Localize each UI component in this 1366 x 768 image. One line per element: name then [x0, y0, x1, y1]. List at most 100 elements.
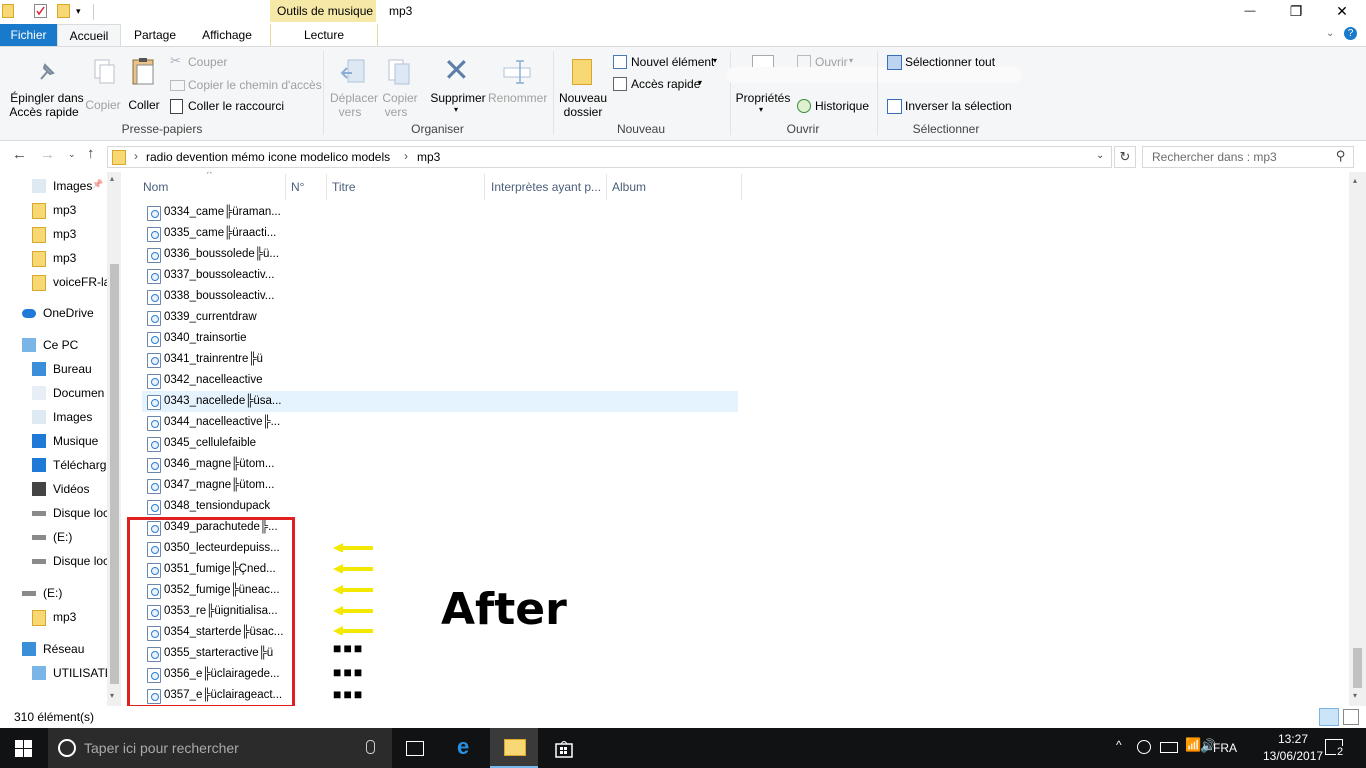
drive-icon	[32, 511, 46, 516]
file-row[interactable]: 0344_nacelleactive╠...	[142, 412, 738, 433]
computer-icon	[32, 666, 46, 680]
column-titre[interactable]: Titre	[332, 180, 356, 194]
tab-fichier[interactable]: Fichier	[0, 24, 57, 46]
close-button[interactable]: ✕	[1319, 0, 1365, 24]
file-row[interactable]: 0348_tensiondupack	[142, 496, 738, 517]
recent-locations-icon[interactable]: ⌄	[68, 149, 76, 160]
search-input[interactable]: Rechercher dans : mp3 ⚲	[1142, 146, 1354, 168]
nav-item-label: Ce PC	[43, 338, 79, 352]
minimize-button[interactable]: —	[1227, 0, 1273, 24]
column-separator	[484, 174, 485, 200]
highlight-box	[127, 517, 295, 708]
battery-icon[interactable]	[1160, 742, 1178, 753]
file-row[interactable]: 0339_currentdraw	[142, 307, 738, 328]
copy-button[interactable]: Copier	[84, 55, 122, 119]
properties-label: Propriétés	[735, 91, 791, 105]
large-icons-view-icon[interactable]	[1343, 709, 1359, 725]
file-name: 0335_came╠üraacti...	[164, 227, 277, 239]
vertical-scrollbar[interactable]: ▴ ▾	[1349, 172, 1366, 706]
column-interpretes[interactable]: Interprètes ayant p...	[491, 180, 601, 194]
back-icon[interactable]: ←	[12, 146, 27, 163]
nav-scroll-down-icon[interactable]: ▾	[110, 691, 114, 700]
address-dropdown-icon[interactable]: ⌄	[1096, 150, 1104, 161]
file-row[interactable]: 0336_boussolede╠ü...	[142, 244, 738, 265]
breadcrumb-root[interactable]: radio devention mémo icone modelico mode…	[146, 150, 390, 164]
nav-scrollbar[interactable]: ▴ ▾	[107, 172, 121, 706]
file-explorer-taskbar-icon[interactable]	[490, 728, 538, 768]
windows-start-icon[interactable]	[15, 740, 32, 757]
refresh-icon[interactable]: ↻	[1114, 146, 1136, 168]
clock-time[interactable]: 13:27	[1278, 732, 1308, 746]
nav-item-label: Musique	[53, 434, 99, 448]
download-icon	[32, 458, 46, 472]
yellow-arrow-icon	[333, 606, 373, 615]
column-album[interactable]: Album	[612, 180, 646, 194]
edge-icon[interactable]: e	[457, 734, 469, 760]
file-row[interactable]: 0346_magne╠ütom...	[142, 454, 738, 475]
tab-lecture[interactable]: Lecture	[270, 24, 378, 46]
nav-scroll-thumb[interactable]	[110, 264, 119, 684]
nav-item-label: Vidéos	[53, 482, 90, 496]
new-item-dropdown-icon: ▾	[713, 56, 718, 65]
task-view-icon[interactable]	[406, 741, 424, 756]
properties-button[interactable]: Propriétés ▾	[734, 55, 792, 119]
store-icon[interactable]	[554, 738, 574, 758]
file-row[interactable]: 0338_boussoleactiv...	[142, 286, 738, 307]
file-row[interactable]: 0347_magne╠ütom...	[142, 475, 738, 496]
folder-icon	[32, 610, 46, 626]
file-row[interactable]: 0341_trainrentre╠ü	[142, 349, 738, 370]
file-row[interactable]: 0342_nacelleactive	[142, 370, 738, 391]
address-bar[interactable]: › radio devention mémo icone modelico mo…	[107, 146, 1112, 168]
search-placeholder: Rechercher dans : mp3	[1152, 150, 1277, 164]
clock-date[interactable]: 13/06/2017	[1263, 749, 1323, 763]
file-row[interactable]: 0337_boussoleactiv...	[142, 265, 738, 286]
network-tray-icon[interactable]: 📶	[1185, 737, 1201, 753]
new-folder-button[interactable]: Nouveau dossier	[558, 55, 608, 119]
details-view-icon[interactable]	[1319, 708, 1339, 726]
address-folder-icon	[112, 150, 126, 165]
qat-dropdown-icon[interactable]: ▾	[76, 6, 81, 17]
people-icon[interactable]	[1137, 740, 1151, 754]
file-row[interactable]: 0334_came╠üraman...	[142, 202, 738, 223]
column-numero[interactable]: N°	[291, 180, 304, 194]
maximize-button[interactable]: ❐	[1273, 0, 1319, 24]
delete-button[interactable]: ✕ Supprimer ▾	[428, 52, 488, 119]
scroll-thumb[interactable]	[1353, 648, 1362, 688]
delete-label: Supprimer	[430, 91, 486, 105]
up-icon[interactable]: ↑	[87, 145, 95, 162]
rename-button[interactable]: Renommer	[488, 55, 547, 119]
properties-icon[interactable]	[34, 4, 47, 18]
file-row[interactable]: 0335_came╠üraacti...	[142, 223, 738, 244]
file-row[interactable]: 0340_trainsortie	[142, 328, 738, 349]
new-folder-icon[interactable]	[57, 4, 70, 18]
microphone-icon[interactable]	[366, 740, 375, 754]
file-name: 0334_came╠üraman...	[164, 206, 281, 218]
cloud-icon	[22, 309, 36, 318]
file-row[interactable]: 0343_nacellede╠üsa...	[142, 391, 738, 412]
scissors-icon: ✂	[170, 53, 181, 68]
copy-to-button[interactable]: Copier vers	[380, 55, 420, 119]
help-icon[interactable]: ?	[1344, 27, 1357, 40]
pin-quick-access-button[interactable]: Épingler dans Accès rapide	[5, 55, 84, 119]
language-indicator[interactable]: FRA	[1213, 741, 1237, 755]
nav-scroll-up-icon[interactable]: ▴	[110, 174, 114, 183]
tab-partage[interactable]: Partage	[125, 24, 185, 46]
scroll-down-icon[interactable]: ▾	[1353, 691, 1357, 700]
tab-accueil[interactable]: Accueil	[57, 24, 121, 47]
audio-file-icon	[147, 332, 161, 347]
column-separator	[326, 174, 327, 200]
breadcrumb-leaf[interactable]: mp3	[417, 150, 440, 164]
file-name: 0344_nacelleactive╠...	[164, 416, 281, 428]
ribbon-separator	[323, 51, 324, 135]
taskbar-search[interactable]: Taper ici pour rechercher	[48, 728, 392, 768]
forward-icon[interactable]: →	[40, 146, 55, 163]
tab-affichage[interactable]: Affichage	[190, 24, 264, 46]
file-row[interactable]: 0345_cellulefaible	[142, 433, 738, 454]
ribbon-expand-icon[interactable]: ⌄	[1326, 28, 1334, 39]
folder-icon[interactable]	[2, 4, 14, 18]
move-to-button[interactable]: Déplacer vers	[330, 55, 378, 119]
tray-chevron-icon[interactable]: ^	[1116, 738, 1122, 752]
column-nom[interactable]: Nom	[143, 180, 168, 194]
paste-button[interactable]: Coller	[125, 55, 163, 119]
scroll-up-icon[interactable]: ▴	[1353, 176, 1357, 185]
